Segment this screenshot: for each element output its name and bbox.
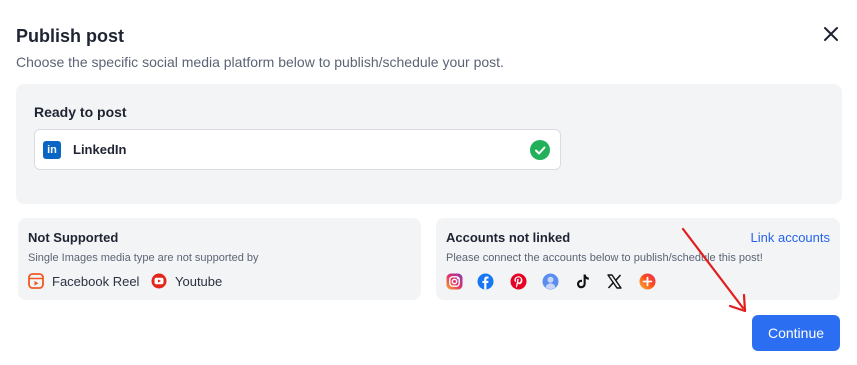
youtube-item: Youtube [151,272,222,290]
accounts-not-linked-panel: Accounts not linked Link accounts Please… [436,218,840,300]
ready-to-post-panel: Ready to post in LinkedIn [16,84,842,204]
pinterest-icon[interactable] [510,273,527,290]
instagram-icon[interactable] [446,273,463,290]
accounts-not-linked-description: Please connect the accounts below to pub… [446,252,763,264]
facebook-reel-icon [28,273,44,289]
page-subtitle: Choose the specific social media platfor… [16,54,504,70]
continue-button[interactable]: Continue [752,315,840,351]
linkedin-label: LinkedIn [73,142,127,157]
bluesky-icon[interactable] [542,273,559,290]
facebook-icon[interactable] [477,273,494,290]
close-icon[interactable] [821,24,841,44]
threads-icon[interactable] [639,273,656,290]
facebook-reel-item: Facebook Reel [28,272,139,290]
page-title: Publish post [16,26,124,46]
tiktok-icon[interactable] [574,273,591,290]
not-supported-heading: Not Supported [28,230,119,245]
ready-to-post-heading: Ready to post [34,104,127,120]
x-icon[interactable] [606,273,623,290]
linkedin-icon: in [43,141,61,159]
youtube-label: Youtube [175,273,223,289]
not-supported-description: Single Images media type are not support… [28,252,259,264]
facebook-reel-label: Facebook Reel [52,273,140,289]
accounts-not-linked-heading: Accounts not linked [446,230,571,245]
youtube-icon [151,273,167,289]
linkedin-account-row[interactable]: in LinkedIn [34,129,561,170]
link-accounts-link[interactable]: Link accounts [751,230,831,245]
check-circle-icon [530,140,550,160]
not-supported-panel: Not Supported Single Images media type a… [18,218,421,300]
